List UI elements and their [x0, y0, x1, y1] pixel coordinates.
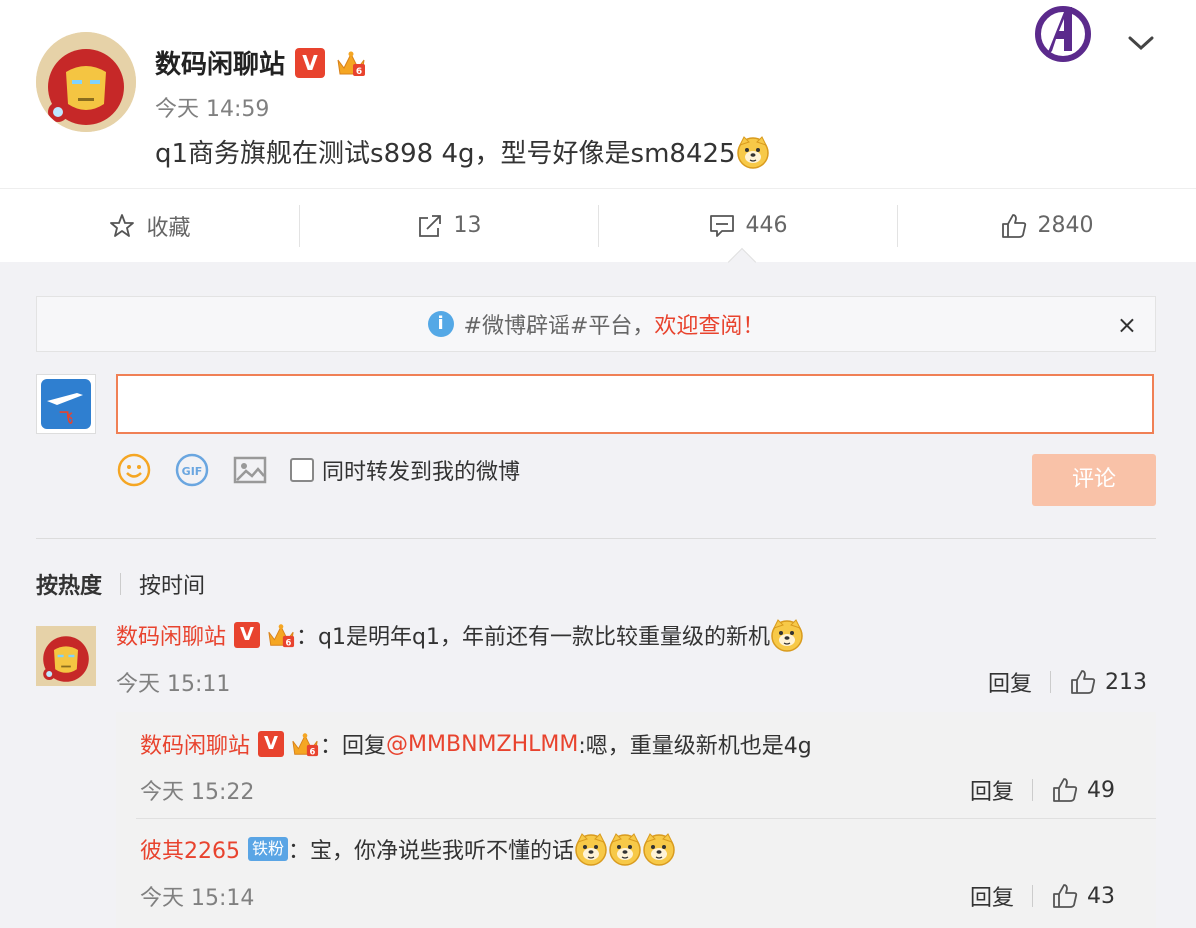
reply-button[interactable]: 回复	[970, 774, 1014, 806]
repost-checkbox[interactable]: 同时转发到我的微博	[290, 454, 520, 486]
doge-emoji-icon	[736, 135, 770, 169]
svg-text:GIF: GIF	[182, 465, 203, 478]
divider	[36, 538, 1156, 539]
meta-separator	[1032, 885, 1034, 907]
post-text: q1商务旗舰在测试s898 4g，型号好像是sm8425	[155, 139, 736, 169]
sort-separator	[120, 573, 122, 595]
checkbox-box[interactable]	[290, 458, 314, 482]
reply-meta: 回复 49	[970, 774, 1115, 806]
post-card: 数码闲聊站 V 今天 14:59 q1商务旗舰在测试s898 4g，型号好像是s…	[0, 0, 1196, 262]
reply-meta: 回复 43	[970, 880, 1115, 912]
reply-user-name[interactable]: 数码闲聊站	[140, 728, 250, 760]
meta-separator	[1050, 671, 1052, 693]
share-icon	[418, 214, 441, 237]
chevron-down-icon[interactable]	[1124, 26, 1158, 60]
fan-badge: 铁粉	[248, 837, 289, 861]
avengers-logo-icon[interactable]	[1032, 3, 1094, 65]
like-icon[interactable]	[1069, 668, 1097, 696]
comment-button[interactable]: 446	[598, 189, 897, 262]
reply-text: :嗯，重量级新机也是4g	[578, 734, 812, 759]
repost-count: 13	[453, 213, 482, 238]
reply-text: ：宝，你净说些我听不懂的话	[288, 839, 575, 864]
mention-link[interactable]: @MMBNMZHLMM	[386, 732, 578, 757]
comment-line: 数码闲聊站 V ：q1是明年q1，年前还有一款比较重量级的新机	[116, 618, 804, 652]
author-name[interactable]: 数码闲聊站	[155, 44, 285, 81]
doge-emoji-icon	[608, 832, 642, 866]
author-avatar[interactable]	[36, 32, 136, 132]
verified-v-icon: V	[234, 622, 261, 648]
post-actions-bar: 收藏 13 446 2840	[0, 188, 1196, 262]
like-count: 2840	[1037, 213, 1094, 238]
reply-button[interactable]: 回复	[988, 666, 1032, 698]
reply-time: 今天 15:14	[140, 886, 255, 911]
composer-tools: GIF 同时转发到我的微博	[116, 452, 520, 488]
doge-emoji-icon	[770, 618, 804, 652]
notice-banner: i #微博辟谣#平台， 欢迎查阅！ ×	[36, 296, 1156, 352]
repost-button[interactable]: 13	[299, 189, 598, 262]
sort-by-time-tab[interactable]: 按时间	[139, 568, 205, 600]
like-button[interactable]: 2840	[897, 189, 1196, 262]
comment-meta: 回复 213	[988, 666, 1147, 698]
close-icon[interactable]: ×	[1117, 311, 1137, 339]
svg-text:飞: 飞	[59, 411, 73, 427]
like-count: 49	[1087, 777, 1116, 803]
like-icon[interactable]	[1051, 776, 1079, 804]
post-text-row: q1商务旗舰在测试s898 4g，型号好像是sm8425	[155, 133, 770, 170]
comment-time: 今天 15:11	[116, 672, 231, 697]
reply-prefix: ：回复	[320, 734, 387, 759]
post-time: 今天 14:59	[155, 97, 270, 122]
comment-count: 446	[745, 213, 788, 238]
reply-time: 今天 15:22	[140, 780, 255, 805]
favorite-label: 收藏	[146, 215, 191, 241]
current-user-avatar[interactable]: 飞	[36, 374, 96, 434]
reply-button[interactable]: 回复	[970, 880, 1014, 912]
verified-v-icon: V	[295, 47, 326, 78]
like-icon[interactable]	[1051, 882, 1079, 910]
comment-text: ：q1是明年q1，年前还有一款比较重量级的新机	[296, 625, 770, 650]
like-count: 213	[1105, 669, 1148, 695]
commenter-name[interactable]: 数码闲聊站	[116, 619, 226, 651]
doge-emoji-icon	[642, 832, 676, 866]
comment-input[interactable]	[116, 374, 1154, 434]
submit-comment-button[interactable]: 评论	[1032, 454, 1156, 506]
gif-icon[interactable]: GIF	[174, 452, 210, 488]
sort-by-hot-tab[interactable]: 按热度	[36, 568, 102, 600]
reply-user-name[interactable]: 彼其2265	[140, 833, 240, 865]
reply-divider	[136, 818, 1156, 819]
notice-link[interactable]: 欢迎查阅！	[654, 308, 764, 340]
crown-badge-icon	[290, 730, 320, 758]
doge-emoji-icon	[574, 832, 608, 866]
post-author[interactable]: 数码闲聊站 V	[155, 44, 367, 81]
reply-line: 彼其2265 铁粉 ：宝，你净说些我听不懂的话	[140, 832, 676, 866]
image-icon[interactable]	[232, 452, 268, 488]
like-icon	[1000, 212, 1028, 240]
favorite-button[interactable]: 收藏	[0, 189, 299, 262]
like-count: 43	[1087, 883, 1116, 909]
notice-text[interactable]: #微博辟谣#平台，	[464, 308, 655, 340]
crown-badge-icon	[335, 48, 367, 78]
emoji-icon[interactable]	[116, 452, 152, 488]
meta-separator	[1032, 779, 1034, 801]
repost-checkbox-label: 同时转发到我的微博	[322, 460, 521, 485]
comment-icon	[709, 214, 734, 237]
commenter-avatar[interactable]	[36, 626, 96, 686]
verified-v-icon: V	[258, 731, 285, 757]
crown-badge-icon	[266, 621, 296, 649]
reply-line: 数码闲聊站 V ：回复 @MMBNMZHLMM :嗯，重量级新机也是4g	[140, 728, 812, 760]
star-icon	[110, 213, 135, 237]
info-icon: i	[427, 311, 454, 337]
sort-tabs: 按热度 按时间	[36, 568, 205, 600]
